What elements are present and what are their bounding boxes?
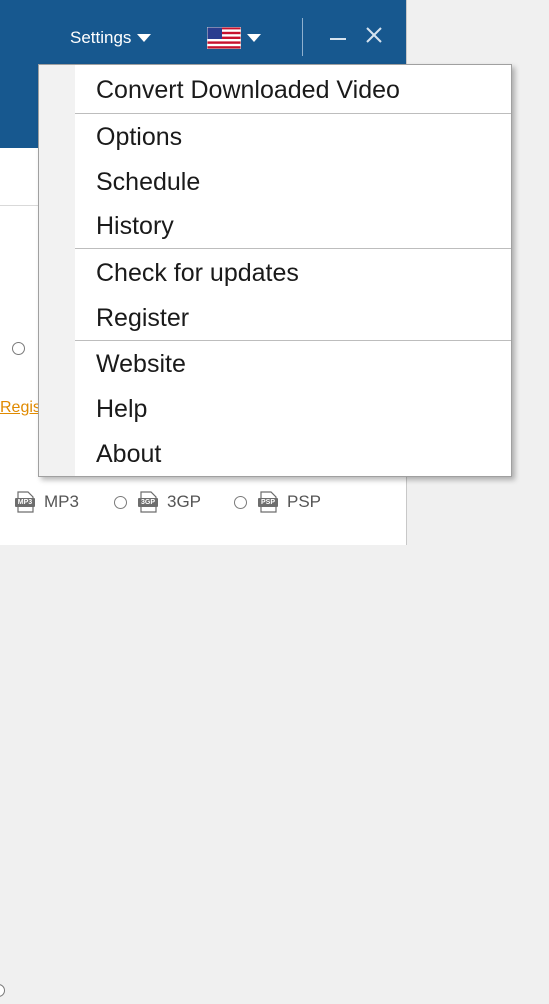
format-option-partial (0, 978, 6, 1004)
us-flag-icon (207, 27, 241, 49)
option-radio[interactable] (12, 342, 25, 355)
menu-item-options[interactable]: Options (96, 120, 182, 154)
menu-item-about[interactable]: About (96, 437, 161, 471)
menu-icon-gutter (39, 65, 75, 476)
menu-separator (75, 113, 511, 114)
menu-separator (75, 248, 511, 249)
format-options-row: MP3 MP3 3GP 3GP PSP PSP (0, 489, 406, 997)
menu-item-check-for-updates[interactable]: Check for updates (96, 256, 299, 290)
settings-menu-button[interactable]: Settings (70, 26, 152, 50)
format-option-mp3[interactable]: MP3 MP3 (14, 489, 79, 515)
menu-item-help[interactable]: Help (96, 392, 147, 426)
menu-item-website[interactable]: Website (96, 347, 186, 381)
menu-item-register[interactable]: Register (96, 301, 189, 335)
mp3-file-icon: MP3 (14, 491, 36, 513)
minimize-icon[interactable] (330, 38, 346, 40)
menu-separator (75, 340, 511, 341)
settings-dropdown-menu: Convert Downloaded Video Options Schedul… (38, 64, 512, 477)
menu-item-history[interactable]: History (96, 209, 174, 243)
psp-file-icon: PSP (257, 491, 279, 513)
format-option-psp[interactable]: PSP PSP (234, 489, 321, 515)
chevron-down-icon (137, 34, 152, 42)
settings-label: Settings (70, 28, 132, 47)
titlebar-divider (302, 18, 303, 56)
close-icon[interactable] (363, 24, 385, 46)
format-label: MP3 (44, 492, 79, 511)
format-label: PSP (287, 492, 322, 511)
3gp-file-icon: 3GP (137, 491, 159, 513)
format-label: 3GP (167, 492, 202, 511)
format-radio[interactable] (234, 495, 247, 509)
format-option-3gp[interactable]: 3GP 3GP (114, 489, 201, 515)
menu-item-schedule[interactable]: Schedule (96, 165, 200, 199)
chevron-down-icon (247, 34, 261, 42)
register-link[interactable]: Regis (0, 399, 41, 417)
format-radio[interactable] (114, 495, 127, 509)
menu-item-convert-downloaded-video[interactable]: Convert Downloaded Video (96, 73, 400, 107)
language-button[interactable] (207, 27, 261, 49)
format-radio[interactable] (0, 984, 5, 997)
